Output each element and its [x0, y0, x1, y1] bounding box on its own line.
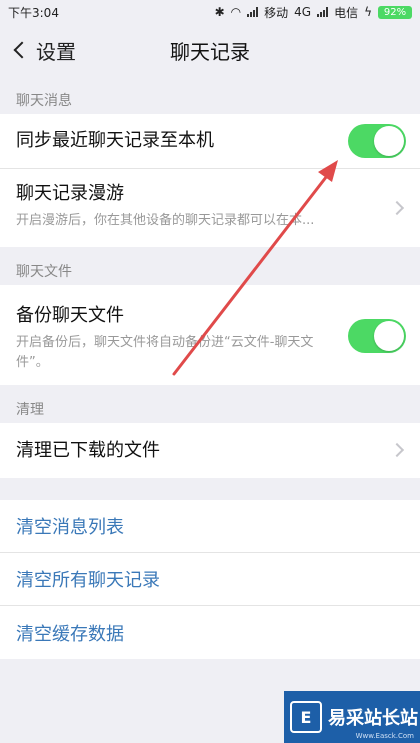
back-label: 设置: [36, 39, 76, 64]
wifi-icon: ◠: [230, 5, 242, 19]
clear-cache-button[interactable]: 清空缓存数据: [0, 606, 420, 659]
clear-downloads-row[interactable]: 清理已下载的文件: [0, 423, 420, 478]
group-files: 备份聊天文件 开启备份后，聊天文件将自动备份进“云文件-聊天文件”。: [0, 285, 420, 385]
section-header-messages: 聊天消息: [16, 93, 72, 109]
roaming-description: 开启漫游后，你在其他设备的聊天记录都可以在本...: [16, 213, 315, 228]
charging-icon: ϟ: [364, 5, 372, 19]
group-actions: 清空消息列表 清空所有聊天记录 清空缓存数据: [0, 500, 420, 659]
nav-bar: 设置 聊天记录: [0, 24, 420, 76]
status-icons: ✱ ◠ 移动 4G 电信 ϟ 92%: [215, 4, 412, 21]
battery-indicator: 92%: [378, 5, 412, 19]
sync-recent-toggle[interactable]: [348, 124, 406, 158]
clear-message-list-button[interactable]: 清空消息列表: [0, 500, 420, 553]
bluetooth-icon: ✱: [214, 5, 225, 19]
watermark-logo-icon: E: [290, 701, 322, 733]
watermark: E 易采站长站 Www.Easck.Com: [284, 691, 420, 743]
sync-recent-row[interactable]: 同步最近聊天记录至本机: [0, 114, 420, 169]
watermark-url: Www.Easck.Com: [355, 732, 414, 740]
backup-files-toggle[interactable]: [348, 319, 406, 353]
status-time: 下午3:04: [8, 5, 59, 20]
carrier-2: 电信: [334, 5, 359, 20]
group-cleanup: 清理已下载的文件: [0, 423, 420, 478]
group-messages: 同步最近聊天记录至本机 聊天记录漫游 开启漫游后，你在其他设备的聊天记录都可以在…: [0, 114, 420, 247]
roaming-row[interactable]: 聊天记录漫游 开启漫游后，你在其他设备的聊天记录都可以在本...: [0, 169, 420, 247]
clear-all-records-button[interactable]: 清空所有聊天记录: [0, 553, 420, 606]
carrier-1: 移动: [264, 5, 289, 20]
backup-files-label: 备份聊天文件: [16, 305, 124, 326]
chevron-left-icon: [13, 41, 31, 59]
clear-downloads-label: 清理已下载的文件: [16, 439, 160, 461]
status-bar: 下午3:04 ✱ ◠ 移动 4G 电信 ϟ 92%: [0, 0, 420, 24]
section-header-cleanup: 清理: [16, 402, 44, 418]
sync-recent-label: 同步最近聊天记录至本机: [16, 130, 214, 151]
signal-icon-2: [317, 7, 329, 17]
signal-icon: [247, 7, 259, 17]
chevron-right-icon: [389, 442, 405, 458]
back-button[interactable]: 设置: [10, 24, 76, 76]
section-header-files: 聊天文件: [16, 264, 72, 280]
network-type: 4G: [294, 5, 312, 19]
roaming-label: 聊天记录漫游: [16, 183, 124, 204]
backup-files-row[interactable]: 备份聊天文件 开启备份后，聊天文件将自动备份进“云文件-聊天文件”。: [0, 285, 420, 385]
watermark-brand: 易采站长站: [328, 708, 418, 729]
backup-files-description: 开启备份后，聊天文件将自动备份进“云文件-聊天文件”。: [16, 335, 314, 370]
